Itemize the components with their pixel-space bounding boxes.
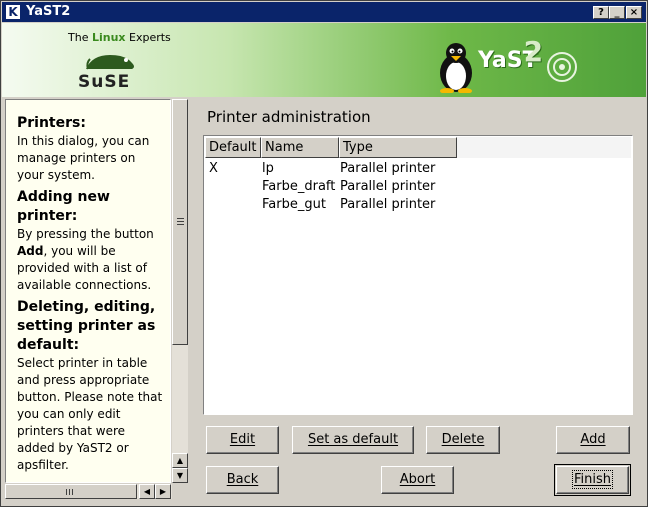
add-button-label: Add (580, 432, 606, 447)
tux-penguin-icon (440, 43, 472, 93)
help-heading-deleting: Deleting, editing, setting printer as de… (17, 299, 156, 353)
set-as-default-button[interactable]: Set as default (292, 426, 414, 454)
scroll-right-arrow-icon[interactable]: ▶ (155, 484, 171, 499)
yast-logo-num: 2 (523, 35, 544, 68)
cell-name: Farbe_gut (262, 197, 326, 212)
suse-tagline: The Linux Experts (68, 31, 171, 44)
delete-button[interactable]: Delete (426, 426, 500, 454)
suse-logo: SuSE (78, 72, 131, 92)
set-as-default-button-label: Set as default (307, 432, 399, 447)
cell-name: Farbe_draft (262, 179, 336, 194)
tagline-prefix: The (68, 31, 92, 44)
table-header: Default Name Type (205, 137, 631, 158)
abort-button-label: Abort (399, 472, 436, 487)
help-window-button[interactable]: ? (593, 6, 609, 19)
add-button[interactable]: Add (556, 426, 630, 454)
help-horizontal-scrollbar[interactable]: ◀ ▶ (5, 484, 172, 499)
cell-type: Parallel printer (340, 161, 436, 176)
help-text-deleting: Select printer in table and press approp… (17, 356, 163, 472)
finish-button-label: Finish (571, 470, 614, 489)
table-row[interactable]: Farbe_gut Parallel printer (205, 196, 631, 214)
back-button[interactable]: Back (206, 466, 279, 494)
help-hscroll-thumb[interactable] (5, 484, 137, 499)
column-header-default[interactable]: Default (205, 137, 261, 158)
scroll-up-arrow-icon[interactable]: ▲ (172, 453, 188, 468)
close-button[interactable]: × (626, 6, 642, 19)
help-vscroll-thumb[interactable] (172, 99, 188, 345)
suse-chameleon-icon (86, 55, 134, 70)
printer-table[interactable]: Default Name Type X lp Parallel printer … (203, 135, 633, 415)
edit-button-label: Edit (229, 432, 256, 447)
kde-k-icon[interactable]: K (6, 5, 20, 19)
table-row[interactable]: X lp Parallel printer (205, 160, 631, 178)
title-bar[interactable]: K YaST2 ? _ × (2, 2, 646, 22)
column-header-type[interactable]: Type (339, 137, 457, 158)
help-text-printers: In this dialog, you can manage printers … (17, 134, 150, 182)
abort-button[interactable]: Abort (381, 466, 454, 494)
scroll-left-arrow-icon[interactable]: ◀ (139, 484, 155, 499)
yast-window: K YaST2 ? _ × The Linux Experts SuSE YaS… (0, 0, 648, 507)
scroll-down-arrow-icon[interactable]: ▼ (172, 468, 188, 483)
column-header-name[interactable]: Name (261, 137, 339, 158)
window-title: YaST2 (26, 4, 71, 19)
help-heading-adding: Adding new printer: (17, 189, 110, 224)
yast-spiral-icon (547, 52, 577, 82)
cell-type: Parallel printer (340, 179, 436, 194)
cell-name: lp (262, 161, 274, 176)
table-row[interactable]: Farbe_draft Parallel printer (205, 178, 631, 196)
cell-default: X (209, 161, 218, 176)
finish-button[interactable]: Finish (554, 464, 631, 496)
help-panel: Printers: In this dialog, you can manage… (5, 99, 188, 501)
help-text-adding-pre: By pressing the button (17, 227, 154, 241)
tagline-suffix: Experts (125, 31, 171, 44)
delete-button-label: Delete (441, 432, 485, 447)
help-vertical-scrollbar[interactable]: ▲ ▼ (172, 99, 188, 483)
help-text-area[interactable]: Printers: In this dialog, you can manage… (5, 99, 171, 483)
edit-button[interactable]: Edit (206, 426, 279, 454)
help-heading-printers: Printers: (17, 115, 86, 131)
help-text-adding: By pressing the button Add, you will be … (17, 226, 164, 294)
page-title: Printer administration (207, 108, 371, 126)
cell-type: Parallel printer (340, 197, 436, 212)
tagline-highlight: Linux (91, 31, 126, 44)
minimize-button[interactable]: _ (609, 6, 625, 19)
suse-banner: The Linux Experts SuSE YaST2 (2, 23, 646, 97)
back-button-label: Back (226, 472, 259, 487)
help-text-adding-bold: Add (17, 244, 44, 258)
